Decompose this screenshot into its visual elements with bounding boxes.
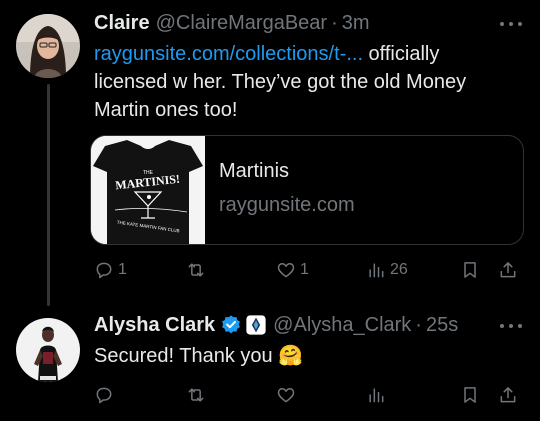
card-thumbnail: THE MARTINIS! THE KATE MARTIN FAN CLUB <box>91 136 205 244</box>
avatar[interactable] <box>16 318 80 382</box>
display-name[interactable]: Claire <box>94 12 150 35</box>
views-icon <box>369 263 384 278</box>
share-button[interactable] <box>498 380 518 410</box>
separator-dot: · <box>415 313 422 336</box>
tweet-text: Secured! Thank you 🤗 <box>94 342 524 370</box>
user-handle[interactable]: @Alysha_Clark <box>273 314 411 337</box>
heart-icon <box>277 263 295 278</box>
bookmark-button[interactable] <box>460 255 480 285</box>
repost-button[interactable] <box>186 255 206 285</box>
hugging-face-emoji: 🤗 <box>278 345 304 367</box>
more-options-icon[interactable] <box>500 316 522 336</box>
display-name[interactable]: Alysha Clark <box>94 314 215 337</box>
card-domain[interactable]: raygunsite.com <box>219 194 355 217</box>
bookmark-icon <box>464 387 476 403</box>
reply-button[interactable]: 1 <box>94 255 127 285</box>
timestamp[interactable]: 3m <box>342 12 370 35</box>
link-preview-card[interactable]: THE MARTINIS! THE KATE MARTIN FAN CLUB M… <box>90 135 524 245</box>
tweet-header: Claire @ClaireMargaBear · 3m <box>94 8 370 38</box>
share-icon <box>500 262 516 278</box>
share-button[interactable] <box>498 255 518 285</box>
tweet-text-line1: officially <box>363 43 440 65</box>
tweet-alysha[interactable]: Alysha Clark @Alysha_Clark · 25s Secured… <box>0 300 540 421</box>
tweet-claire[interactable]: Claire @ClaireMargaBear · 3m raygunsite.… <box>0 0 540 306</box>
user-handle[interactable]: @ClaireMargaBear <box>156 12 327 35</box>
tweet-text-line3: Martin ones too! <box>94 99 238 121</box>
share-icon <box>500 387 516 403</box>
reply-icon <box>96 262 112 279</box>
tweet-text-line2: licensed w her. They’ve got the old Mone… <box>94 71 467 93</box>
repost-icon <box>188 388 204 402</box>
repost-icon <box>188 263 204 277</box>
card-title[interactable]: Martinis <box>219 160 289 183</box>
tweet-header: Alysha Clark @Alysha_Clark · 25s <box>94 310 458 340</box>
separator-dot: · <box>331 11 338 34</box>
bookmark-icon <box>464 262 476 278</box>
views-count: 26 <box>390 261 408 278</box>
repost-button[interactable] <box>186 380 206 410</box>
reply-button[interactable] <box>94 380 114 410</box>
action-bar: 1 1 26 <box>94 255 524 285</box>
tweet-text-content: Secured! Thank you <box>94 345 279 367</box>
reply-count: 1 <box>118 261 127 278</box>
like-button[interactable] <box>276 380 296 410</box>
timestamp[interactable]: 25s <box>426 314 458 337</box>
avatar[interactable] <box>16 14 80 78</box>
views-button[interactable]: 26 <box>366 255 408 285</box>
bookmark-button[interactable] <box>460 380 480 410</box>
like-button[interactable]: 1 <box>276 255 309 285</box>
thread-line <box>47 84 50 306</box>
tweet-text: raygunsite.com/collections/t-... officia… <box>94 40 524 124</box>
reply-icon <box>96 387 112 404</box>
more-options-icon[interactable] <box>500 14 522 34</box>
verified-badge-icon[interactable] <box>220 314 242 336</box>
affiliate-badge-icon[interactable] <box>245 314 267 336</box>
like-count: 1 <box>300 261 309 278</box>
tweet-link[interactable]: raygunsite.com/collections/t-... <box>94 43 363 65</box>
heart-icon <box>277 388 295 403</box>
views-icon <box>369 388 384 403</box>
action-bar <box>94 380 524 410</box>
views-button[interactable] <box>366 380 386 410</box>
